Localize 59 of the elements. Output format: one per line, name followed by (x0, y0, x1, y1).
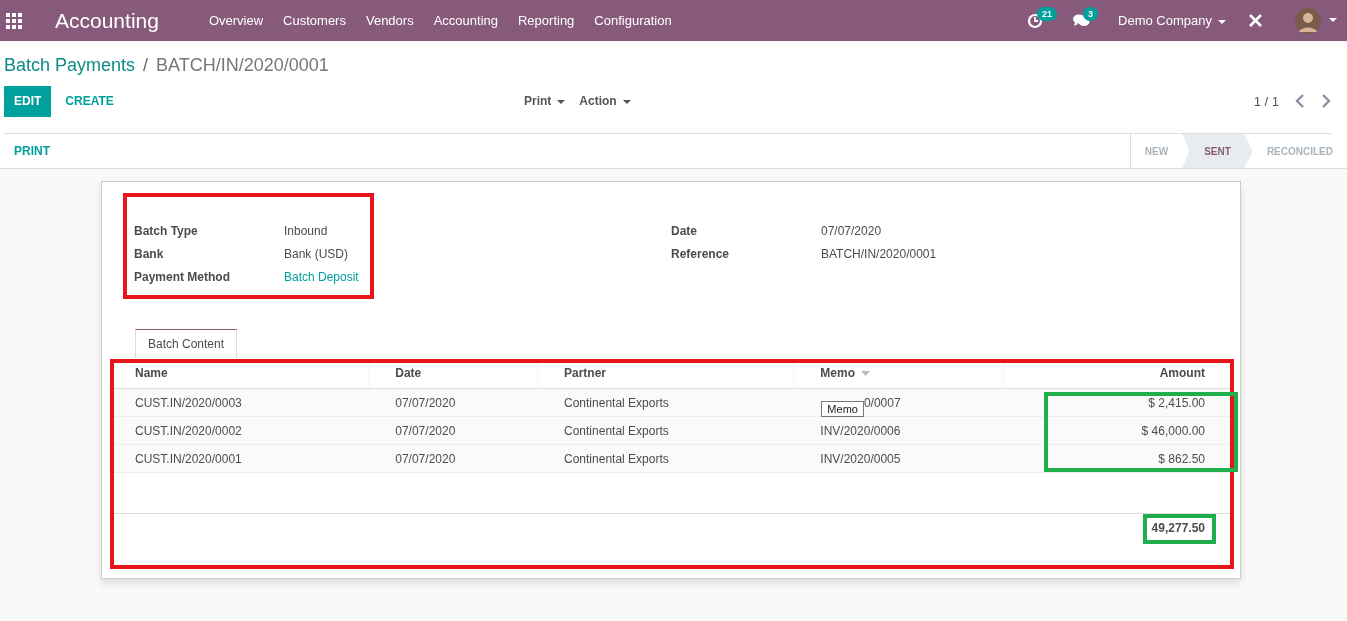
table-cell: Continental Exports (564, 423, 669, 438)
create-button[interactable]: CREATE (51, 94, 128, 108)
table-cell: 0/0007 (863, 395, 901, 410)
message-count-badge: 3 (1083, 7, 1099, 21)
edit-button[interactable]: EDIT (4, 85, 52, 117)
field-label: Bank (134, 247, 165, 261)
record-title: BATCH/IN/2020/0001 (156, 54, 329, 76)
menu-item[interactable]: Configuration (594, 13, 672, 28)
table-cell: $ 862.50 (1158, 451, 1205, 466)
caret-icon[interactable] (1329, 18, 1337, 23)
activity-count-badge: 21 (1037, 6, 1058, 21)
field-value: BATCH/IN/2020/0001 (821, 247, 937, 261)
table-cell: 07/07/2020 (395, 395, 456, 410)
clock-icon[interactable] (1027, 12, 1044, 29)
field-value: Inbound (284, 224, 329, 238)
field-label: Batch Type (134, 224, 199, 238)
status-stage[interactable]: SENT (1182, 134, 1253, 168)
field-value: 07/07/2020 (821, 224, 883, 238)
menu-item[interactable]: Accounting (433, 13, 498, 28)
breadcrumb-separator: / (143, 54, 149, 76)
column-header-label: Memo (820, 366, 856, 380)
avatar-icon[interactable] (1295, 7, 1321, 34)
field-label: Date (671, 224, 698, 238)
table-cell: 07/07/2020 (395, 451, 456, 466)
notebook-tab[interactable]: Batch Content (135, 329, 238, 358)
field-label: Reference (671, 247, 731, 261)
table-cell: CUST.IN/2020/0001 (135, 451, 242, 466)
table-cell: CUST.IN/2020/0002 (135, 423, 242, 438)
column-tooltip: Memo (821, 400, 864, 417)
table-cell: INV/2020/0005 (820, 451, 901, 466)
field-value: Bank (USD) (284, 247, 349, 261)
menu-item[interactable]: Overview (208, 13, 264, 28)
next-icon[interactable] (1321, 94, 1331, 108)
table-cell: $ 46,000.00 (1141, 423, 1205, 438)
apps-menu-icon[interactable] (6, 12, 22, 29)
column-header[interactable]: Amount (1002, 358, 1233, 389)
table-cell: CUST.IN/2020/0003 (135, 395, 242, 410)
column-header[interactable]: Name (109, 358, 370, 389)
table-cell: Continental Exports (564, 451, 669, 466)
table-cell: Continental Exports (564, 395, 669, 410)
breadcrumb-link[interactable]: Batch Payments (4, 54, 136, 76)
menu-item[interactable]: Vendors (365, 13, 414, 28)
total-amount: 49,277.50 (1151, 521, 1205, 535)
pager-counter: 1 / 1 (1253, 93, 1279, 109)
table-cell: INV/2020/0006 (820, 423, 901, 438)
action-dropdown[interactable]: Action (579, 94, 631, 108)
column-header[interactable]: Date (369, 358, 538, 389)
table-cell: 07/07/2020 (395, 423, 456, 438)
menu-item[interactable]: Reporting (518, 13, 575, 28)
previous-icon[interactable] (1295, 94, 1305, 108)
field-label: Payment Method (134, 270, 231, 284)
app-title[interactable]: Accounting (55, 8, 159, 33)
column-header[interactable]: Partner (538, 358, 795, 389)
print-button[interactable]: PRINT (0, 144, 64, 158)
menu-item[interactable]: Customers (283, 13, 346, 28)
company-switcher[interactable]: Demo Company (1118, 13, 1226, 28)
print-dropdown[interactable]: Print (524, 94, 566, 108)
table-cell: $ 2,415.00 (1148, 395, 1205, 410)
field-link[interactable]: Batch Deposit (284, 270, 359, 284)
